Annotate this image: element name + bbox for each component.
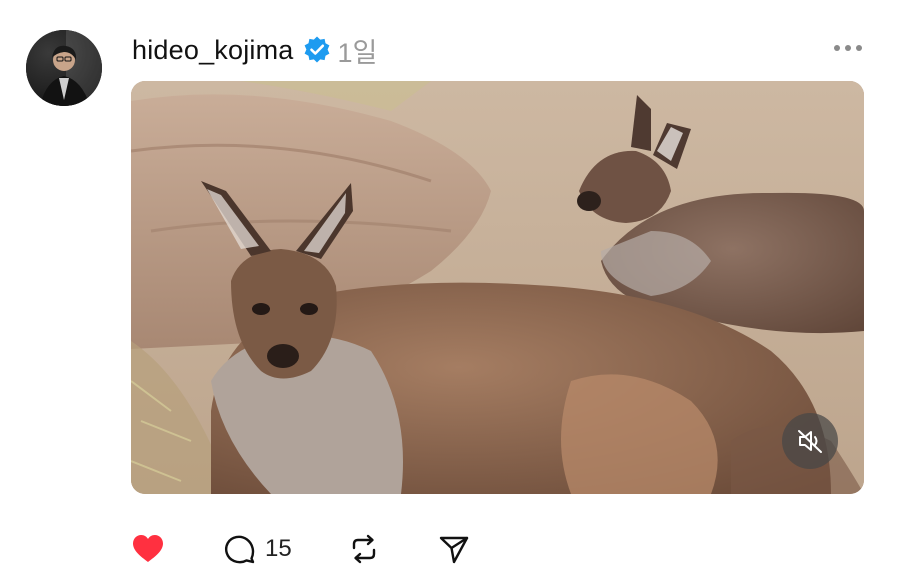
post-video[interactable]	[131, 81, 864, 494]
author-avatar[interactable]	[26, 30, 102, 106]
author-username[interactable]: hideo_kojima	[132, 35, 294, 66]
verified-badge-icon	[302, 35, 332, 65]
like-button[interactable]	[131, 528, 165, 570]
more-dot	[834, 45, 840, 51]
reply-button[interactable]: 15	[223, 528, 292, 570]
send-paper-plane-icon	[439, 536, 468, 564]
more-dot	[845, 45, 851, 51]
mute-toggle-button[interactable]	[782, 413, 838, 469]
more-options-icon[interactable]	[826, 36, 870, 60]
heart-filled-icon	[133, 535, 163, 562]
repost-button[interactable]	[348, 528, 380, 570]
muted-speaker-icon	[798, 430, 822, 453]
comment-bubble-icon	[225, 535, 255, 564]
post-header: hideo_kojima 1일	[132, 30, 377, 70]
post-timestamp[interactable]: 1일	[338, 31, 378, 70]
thread-post: hideo_kojima 1일 15	[0, 0, 900, 588]
reply-count: 15	[265, 535, 292, 562]
share-button[interactable]	[438, 528, 470, 570]
more-dot	[856, 45, 862, 51]
post-actions: 15	[131, 528, 470, 570]
repost-icon	[352, 534, 375, 564]
